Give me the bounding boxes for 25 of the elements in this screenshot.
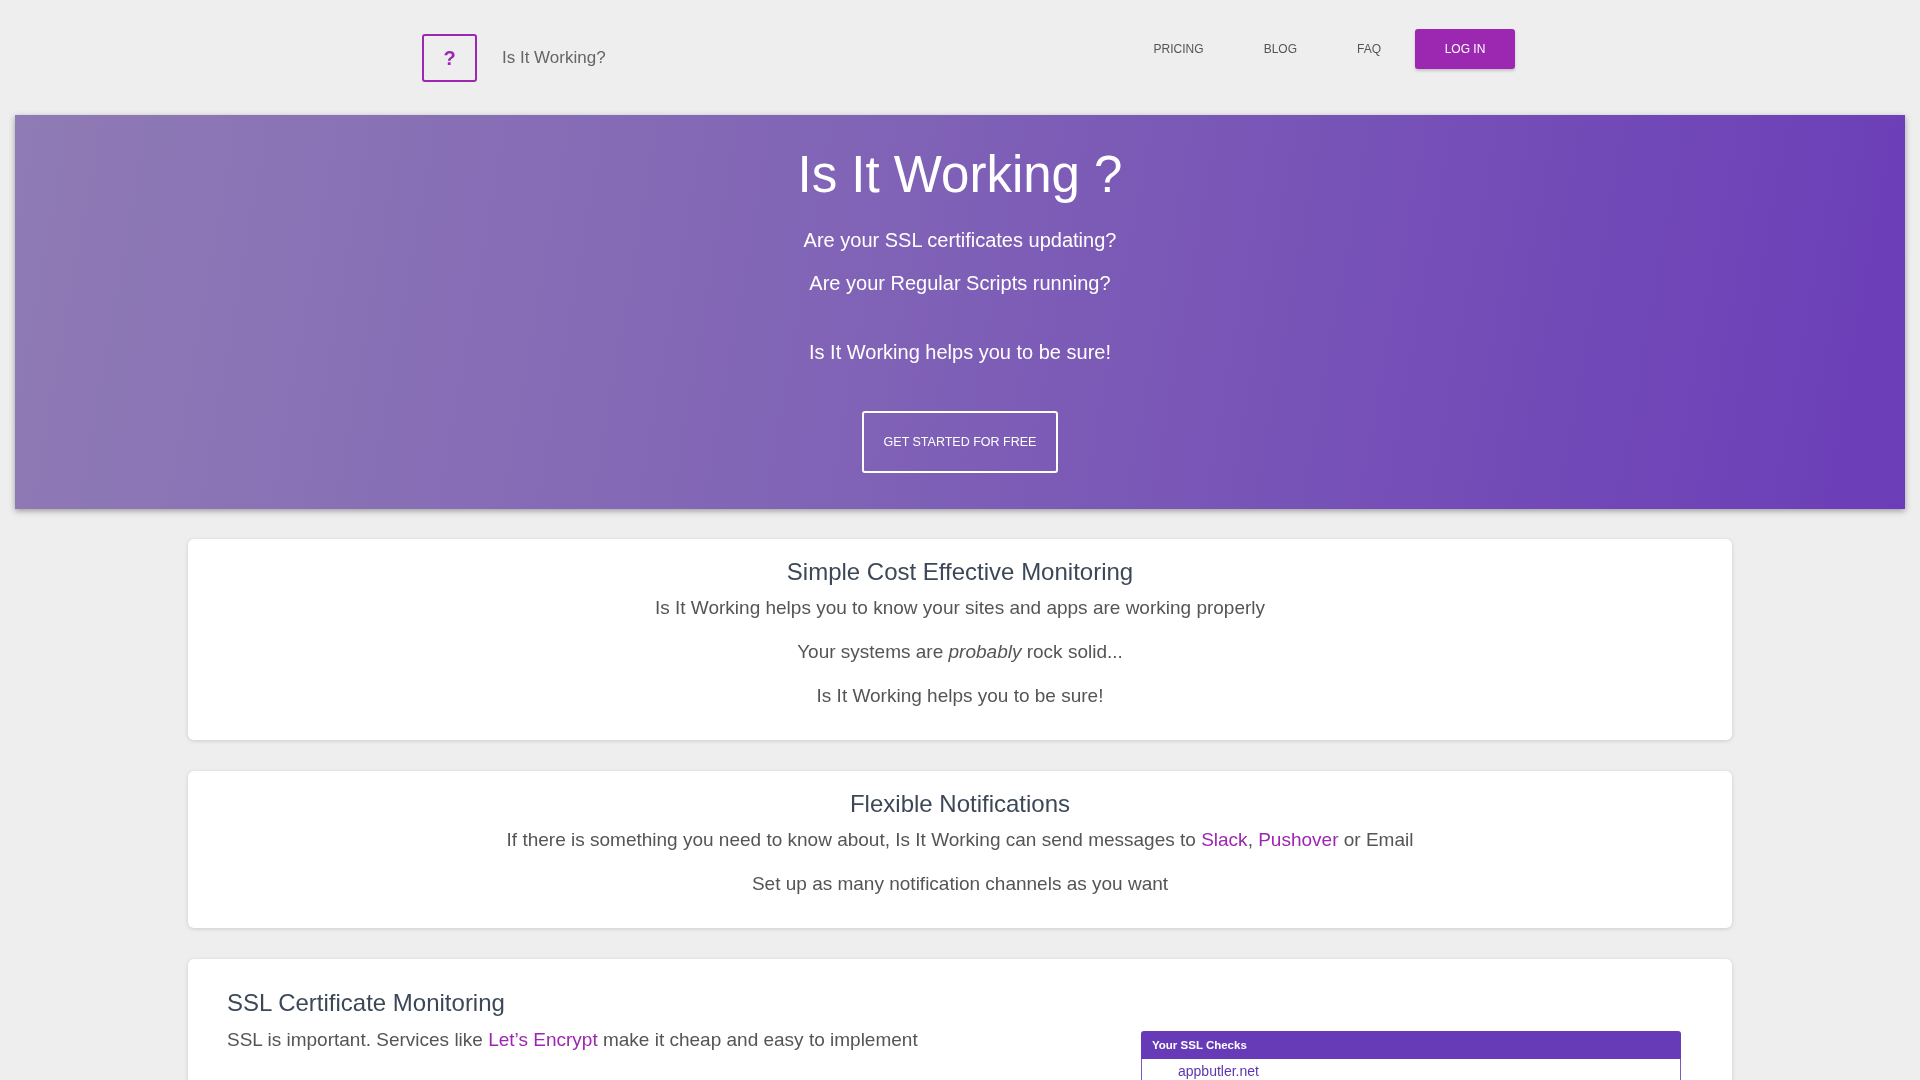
login-button[interactable]: LOG IN xyxy=(1415,29,1515,69)
section-heading: Flexible Notifications xyxy=(848,789,1072,819)
link[interactable]: Let’s Encrypt xyxy=(488,1029,598,1050)
domain-link[interactable]: appbutler.net xyxy=(1178,1063,1259,1079)
logo[interactable]: ? xyxy=(422,34,477,82)
hero-subtitle: Are your SSL certificates updating? xyxy=(803,228,1117,253)
paragraph: SSL is important. Services like Let’s Encrypt make it cheap and easy to implement xyxy=(227,1028,919,1052)
paragraph: Your systems are probably rock solid... xyxy=(796,640,1124,664)
site-name: Is It Working? xyxy=(502,48,606,68)
get-started-button[interactable]: GET STARTED FOR FREE xyxy=(861,411,1059,473)
section-heading: SSL Certificate Monitoring xyxy=(227,988,506,1018)
link[interactable]: Pushover xyxy=(1258,829,1339,850)
nav-link[interactable]: PRICING xyxy=(1123,29,1234,69)
panel-header: Your SSL Checks xyxy=(1141,1031,1681,1059)
paragraph: Is It Working helps you to be sure! xyxy=(815,684,1105,708)
nav-link[interactable]: FAQ xyxy=(1327,29,1411,69)
section-heading: Simple Cost Effective Monitoring xyxy=(785,557,1135,587)
link[interactable]: Slack xyxy=(1201,829,1248,850)
paragraph: Is It Working helps you to know your sites and apps are working properly xyxy=(653,596,1267,620)
hero-subtitle: Are your Regular Scripts running? xyxy=(809,271,1111,296)
paragraph: If there is something you need to know about, Is It Working can send messages to Slack, Pushover or Email xyxy=(505,828,1415,852)
nav-link[interactable]: BLOG xyxy=(1233,29,1327,69)
hero-tagline: Is It Working helps you to be sure! xyxy=(809,340,1111,365)
hero-title: Is It Working ? xyxy=(797,145,1123,205)
paragraph: Set up as many notification channels as you want xyxy=(750,872,1170,896)
